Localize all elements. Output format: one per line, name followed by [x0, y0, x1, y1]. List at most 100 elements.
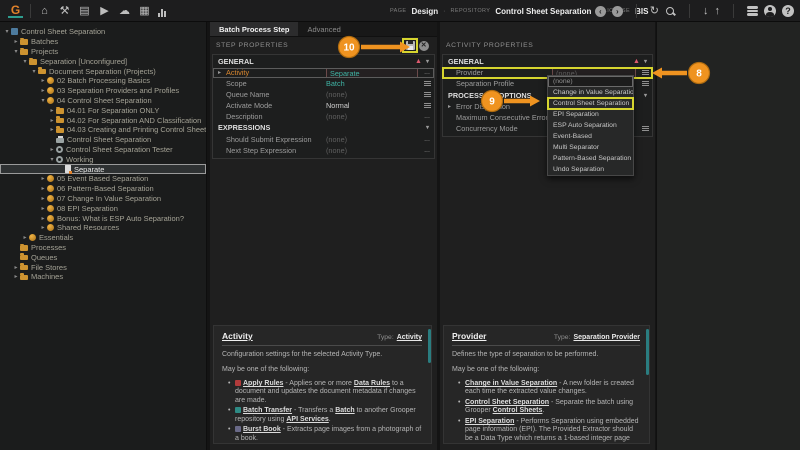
tree-item[interactable]: ▸Essentials [0, 233, 206, 243]
jobs-icon[interactable]: ▦ [138, 4, 151, 18]
expand-arrow[interactable]: ▸ [39, 205, 47, 212]
upload-icon[interactable]: ↑ [715, 0, 721, 22]
expand-arrow[interactable]: ▾ [21, 58, 29, 65]
dropdown-item[interactable]: Event-Based [548, 131, 633, 142]
help-icon[interactable]: ? [782, 5, 794, 17]
nav-forward-icon[interactable]: › [612, 6, 623, 17]
property-value[interactable]: Batch [326, 79, 420, 88]
chevron-down-icon[interactable]: ▾ [644, 58, 647, 65]
tree-item[interactable]: ▸04.02 For Separation AND Classification [0, 115, 206, 125]
dropdown-item[interactable]: Control Sheet Separation [548, 98, 633, 109]
tree-item[interactable]: ▸04.03 Creating and Printing Control She… [0, 125, 206, 135]
save-button[interactable] [403, 39, 417, 52]
section-header[interactable]: GENERAL▲▾ [213, 55, 434, 68]
tree-item[interactable]: ▸08 EPI Separation [0, 203, 206, 213]
scrollbar[interactable] [428, 329, 432, 363]
tree-item[interactable]: ▸Machines [0, 272, 206, 282]
row-ellipsis-button[interactable]: ... [420, 69, 434, 76]
tree-item[interactable]: ▸Shared Resources [0, 223, 206, 233]
property-row[interactable]: ScopeBatch [213, 78, 434, 89]
expand-arrow[interactable]: ▾ [3, 28, 11, 35]
expand-arrow[interactable]: ▸ [48, 146, 56, 153]
nav-back-icon[interactable]: ‹ [595, 6, 606, 17]
property-value[interactable]: (none) [326, 90, 420, 99]
property-value[interactable]: (none) [326, 146, 420, 155]
row-menu-button[interactable] [420, 81, 434, 86]
tab-batch-process-step[interactable]: Batch Process Step [210, 22, 298, 36]
row-menu-button[interactable] [638, 70, 652, 75]
tab-advanced[interactable]: Advanced [298, 22, 349, 36]
tree-item[interactable]: ▾Separation [Unconfigured] [0, 56, 206, 66]
row-ellipsis-button[interactable]: ... [420, 113, 434, 120]
tree-item[interactable]: ▾Control Sheet Separation [0, 27, 206, 37]
dropdown-item[interactable]: Undo Separation [548, 164, 633, 175]
tree-item[interactable]: ▸File Stores [0, 262, 206, 272]
help-link[interactable]: Control Sheet Separation [465, 399, 549, 406]
scrollbar[interactable] [646, 329, 650, 375]
property-row[interactable]: Queue Name(none) [213, 89, 434, 100]
help-link[interactable]: EPI Separation [465, 418, 514, 425]
property-row[interactable]: Activate ModeNormal [213, 100, 434, 111]
dropdown-item[interactable]: ESP Auto Separation [548, 120, 633, 131]
cloud-import-icon[interactable]: ☁ [118, 4, 131, 18]
tree-item[interactable]: ▸Batches [0, 37, 206, 47]
property-value[interactable]: (none) [326, 112, 420, 121]
home-icon[interactable]: ⌂ [38, 4, 51, 18]
help-link[interactable]: Burst Book [243, 426, 281, 433]
grooper-logo[interactable]: G [8, 3, 23, 18]
help-link[interactable]: Batch [335, 407, 354, 414]
type-link[interactable]: Activity [397, 334, 422, 341]
tree-item[interactable]: Control Sheet Separation [0, 135, 206, 145]
help-link[interactable]: Control Sheets [493, 407, 543, 414]
expand-arrow[interactable]: ▾ [30, 68, 38, 75]
row-menu-button[interactable] [638, 81, 652, 86]
tree-item[interactable]: ▾04 Control Sheet Separation [0, 96, 206, 106]
dropdown-item[interactable]: (none) [548, 76, 633, 87]
expand-arrow[interactable]: ▸ [39, 77, 47, 84]
database-icon[interactable] [747, 6, 758, 17]
dropdown-item[interactable]: Pattern-Based Separation [548, 153, 633, 164]
chevron-down-icon[interactable]: ▾ [426, 124, 429, 131]
row-menu-button[interactable] [420, 92, 434, 97]
property-value[interactable]: Separate [326, 68, 418, 78]
tree-item[interactable]: Queues [0, 252, 206, 262]
row-ellipsis-button[interactable]: ... [420, 136, 434, 143]
tree-item[interactable]: ▸07 Change In Value Separation [0, 194, 206, 204]
expand-arrow[interactable]: ▸ [218, 69, 226, 76]
help-link[interactable]: Data Rules [354, 380, 390, 387]
property-row[interactable]: ▸ActivitySeparate... [213, 68, 434, 79]
tree-item[interactable]: ▸05 Event Based Separation [0, 174, 206, 184]
tree-item[interactable]: ▸06 Pattern-Based Separation [0, 184, 206, 194]
expand-arrow[interactable]: ▸ [12, 264, 20, 271]
section-header[interactable]: EXPRESSIONS▾ [213, 121, 434, 134]
dropdown-item[interactable]: Change in Value Separation [548, 87, 633, 98]
property-row[interactable]: Next Step Expression(none)... [213, 145, 434, 156]
tree-item[interactable]: Processes [0, 243, 206, 253]
expand-arrow[interactable]: ▸ [39, 215, 47, 222]
property-row[interactable]: Description(none)... [213, 111, 434, 122]
help-title[interactable]: Activity [222, 331, 253, 341]
breadcrumb-page-value[interactable]: Design [411, 7, 438, 16]
expand-arrow[interactable]: ▸ [39, 175, 47, 182]
design-tools-icon[interactable]: ⚒ [58, 4, 71, 18]
stats-icon[interactable] [158, 8, 166, 17]
expand-arrow[interactable]: ▸ [48, 117, 56, 124]
section-header[interactable]: GENERAL▲▾ [443, 55, 652, 68]
expand-arrow[interactable]: ▸ [39, 224, 47, 231]
expand-arrow[interactable]: ▾ [12, 48, 20, 55]
type-link[interactable]: Separation Provider [573, 334, 640, 341]
dropdown-item[interactable]: Multi Separator [548, 142, 633, 153]
tasks-icon[interactable]: ▶ [98, 4, 111, 18]
help-link[interactable]: API Services [286, 416, 328, 423]
tree-item[interactable]: ▾Projects [0, 47, 206, 57]
row-menu-button[interactable] [420, 103, 434, 108]
tree-item[interactable]: ▸Bonus: What is ESP Auto Separation? [0, 213, 206, 223]
row-ellipsis-button[interactable]: ... [420, 147, 434, 154]
download-icon[interactable]: ↓ [703, 0, 709, 22]
property-value[interactable]: (none) [326, 135, 420, 144]
help-link[interactable]: Apply Rules [243, 380, 283, 387]
tree-item[interactable]: Separate [0, 164, 206, 174]
expand-arrow[interactable]: ▸ [12, 38, 20, 45]
expand-arrow[interactable]: ▸ [12, 273, 20, 280]
chevron-down-icon[interactable]: ▾ [426, 58, 429, 65]
